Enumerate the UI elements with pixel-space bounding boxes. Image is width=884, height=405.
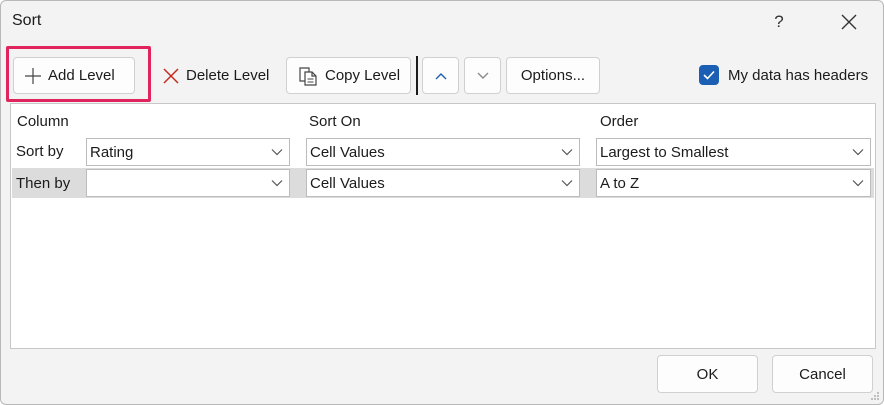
checkmark-icon (703, 70, 715, 80)
title-bar: Sort ? (1, 1, 883, 43)
row-label: Then by (16, 174, 71, 192)
move-down-button[interactable] (464, 57, 501, 94)
chevron-down-icon (265, 170, 289, 196)
options-button[interactable]: Options... (506, 57, 600, 94)
chevron-down-icon (555, 170, 579, 196)
column-select[interactable] (86, 169, 290, 197)
delete-level-button[interactable]: Delete Level (153, 57, 279, 94)
close-icon (841, 14, 857, 30)
cancel-button[interactable]: Cancel (772, 355, 873, 393)
column-select[interactable]: Rating (86, 138, 290, 166)
chevron-up-icon (435, 72, 446, 79)
column-select-value: Rating (90, 143, 134, 161)
options-label: Options... (520, 67, 586, 84)
add-level-label: Add Level (48, 67, 115, 84)
add-level-button[interactable]: Add Level (13, 57, 135, 94)
chevron-down-icon (477, 72, 488, 79)
sort-on-select-value: Cell Values (310, 174, 385, 192)
sort-on-header: Sort On (309, 113, 361, 130)
resize-grip-icon[interactable] (870, 391, 880, 401)
plus-icon (24, 67, 42, 85)
sort-on-select-value: Cell Values (310, 143, 385, 161)
help-button[interactable]: ? (756, 5, 802, 39)
toolbar-separator (416, 56, 418, 95)
order-select-value: A to Z (600, 174, 640, 192)
sort-on-select[interactable]: Cell Values (306, 138, 580, 166)
sort-levels-grid: Column Sort On Order Sort by Rating Cell… (10, 103, 876, 349)
order-header: Order (600, 113, 639, 130)
headers-checkbox-row[interactable]: My data has headers (699, 65, 868, 85)
copy-level-label: Copy Level (325, 67, 401, 84)
order-select[interactable]: A to Z (596, 169, 871, 197)
row-label: Sort by (16, 142, 64, 160)
ok-button[interactable]: OK (657, 355, 758, 393)
column-header: Column (17, 113, 69, 130)
chevron-down-icon (555, 139, 579, 165)
headers-checkbox[interactable] (699, 65, 719, 85)
headers-checkbox-label: My data has headers (728, 66, 869, 84)
dialog-title: Sort (12, 12, 42, 29)
sort-dialog: Sort ? Add Level Delete Level Copy Level… (0, 0, 884, 405)
sort-on-select[interactable]: Cell Values (306, 169, 580, 197)
close-button[interactable] (825, 5, 873, 39)
copy-icon (297, 65, 319, 87)
order-select[interactable]: Largest to Smallest (596, 138, 871, 166)
move-up-button[interactable] (422, 57, 459, 94)
chevron-down-icon (846, 139, 870, 165)
chevron-down-icon (846, 170, 870, 196)
copy-level-button[interactable]: Copy Level (286, 57, 411, 94)
order-select-value: Largest to Smallest (600, 143, 729, 161)
delete-level-label: Delete Level (186, 67, 270, 84)
chevron-down-icon (265, 139, 289, 165)
delete-x-icon (162, 67, 180, 85)
